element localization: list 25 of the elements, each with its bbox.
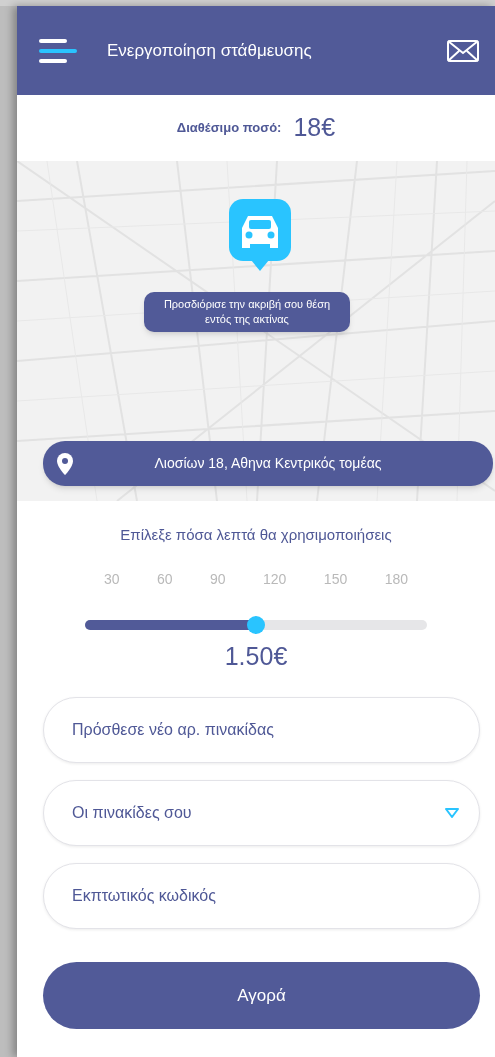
minutes-tick-label: 150 (323, 569, 348, 589)
input-field[interactable]: Πρόσθεσε νέο αρ. πινακίδας (43, 697, 480, 763)
header-title: Ενεργοποίηση στάθμευσης (107, 39, 313, 62)
minutes-tick-label: 60 (157, 569, 173, 589)
input-field[interactable]: Εκπτωτικός κωδικός (43, 863, 480, 929)
buy-button[interactable]: Αγορά (43, 962, 480, 1029)
duration-title: Επίλεξε πόσα λεπτά θα χρησιμοποιήσεις (120, 525, 392, 545)
mail-icon[interactable] (447, 39, 479, 62)
address-bar[interactable]: Λιοσίων 18, Αθηνα Κεντρικός τομέας (43, 441, 493, 486)
balance-label: Διαθέσιμο ποσό: (176, 119, 282, 138)
plates-dropdown[interactable]: Οι πινακίδες σου (43, 780, 480, 846)
menu-icon[interactable] (39, 38, 77, 63)
minutes-tick-label: 120 (263, 569, 287, 589)
location-hint-tooltip: Προσδιόρισε την ακριβή σου θέση εντός της ακτίνας (144, 292, 350, 332)
caret-icon (445, 808, 459, 818)
address-text: Λιοσίων 18, Αθηνα Κεντρικός τομέας (153, 454, 383, 473)
minutes-tick-label: 180 (384, 569, 408, 589)
slider-thumb[interactable] (247, 615, 265, 634)
map-placeholder[interactable]: Προσδιόρισε την ακριβή σου θέση εντός της ακτίνας Λιοσίων 18, Αθηνα Κεντρικός τομέας (17, 161, 495, 501)
car-marker-icon[interactable] (229, 199, 291, 271)
balance-amount: 18€ (293, 112, 336, 144)
price-amount: 1.50€ (224, 640, 288, 672)
minutes-tick-label: 90 (210, 569, 226, 589)
minutes-tick-label: 30 (104, 569, 120, 589)
location-pin-icon (57, 452, 73, 475)
